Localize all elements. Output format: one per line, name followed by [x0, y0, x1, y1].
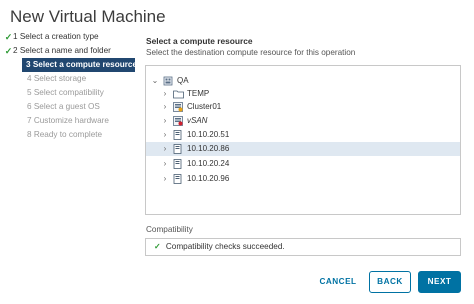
wizard-step-label: 5 Select compatibility	[27, 88, 104, 97]
check-icon: ✓	[4, 32, 13, 42]
tree-node[interactable]: › Cluster01	[146, 100, 460, 114]
check-icon: ✓	[4, 46, 13, 56]
tree-node-label: 10.10.20.86	[187, 144, 230, 153]
tree-node[interactable]: › vSAN	[146, 114, 460, 128]
tree-node[interactable]: › 10.10.20.96	[146, 172, 460, 186]
chevron-right-icon[interactable]: ›	[161, 128, 169, 142]
wizard-step-label: 2 Select a name and folder	[13, 46, 111, 55]
cluster-icon	[173, 102, 183, 112]
vsan-cluster-icon	[173, 116, 183, 126]
dialog-title: New Virtual Machine	[10, 7, 166, 26]
tree-node-label: QA	[177, 76, 189, 85]
tree-node-label: 10.10.20.24	[187, 159, 230, 168]
chevron-right-icon[interactable]: ›	[161, 142, 169, 156]
chevron-right-icon[interactable]: ›	[161, 172, 169, 186]
back-button[interactable]: BACK	[369, 271, 411, 293]
datacenter-icon	[163, 76, 173, 86]
wizard-step-label: 4 Select storage	[27, 74, 87, 83]
tree-node-label: 10.10.20.51	[187, 130, 230, 139]
section-title: Select a compute resource	[146, 36, 253, 46]
host-icon	[173, 144, 183, 154]
wizard-step-4: 4 Select storage	[0, 72, 140, 86]
wizard-step-7: 7 Customize hardware	[0, 114, 140, 128]
chevron-right-icon[interactable]: ›	[161, 114, 169, 128]
host-icon	[173, 130, 183, 140]
next-button[interactable]: NEXT	[418, 271, 461, 293]
check-icon: ✓	[154, 242, 161, 251]
tree-node[interactable]: › 10.10.20.24	[146, 157, 460, 171]
chevron-right-icon[interactable]: ›	[161, 100, 169, 114]
chevron-right-icon[interactable]: ›	[161, 157, 169, 171]
compatibility-message: Compatibility checks succeeded.	[165, 242, 285, 251]
wizard-step-3[interactable]: 3 Select a compute resource	[22, 58, 138, 72]
compatibility-box: ✓ Compatibility checks succeeded.	[145, 238, 461, 256]
wizard-step-label: 8 Ready to complete	[27, 130, 103, 139]
host-icon	[173, 159, 183, 169]
host-icon	[173, 174, 183, 184]
tree-node-label: vSAN	[187, 116, 208, 125]
tree-node[interactable]: › 10.10.20.51	[146, 128, 460, 142]
tree-node-label: 10.10.20.96	[187, 174, 230, 183]
wizard-step-label: 6 Select a guest OS	[27, 102, 100, 111]
tree-node[interactable]: › TEMP	[146, 87, 460, 101]
wizard-step-label: 7 Customize hardware	[27, 116, 109, 125]
compute-resource-tree[interactable]: ⌄ QA › TEMP › Cluster01 › vSAN › 10.10.20.51 › 10.1…	[145, 65, 461, 215]
tree-node[interactable]: ⌄ QA	[146, 74, 460, 88]
chevron-down-icon[interactable]: ⌄	[151, 74, 159, 88]
section-subtitle: Select the destination compute resource …	[146, 48, 356, 57]
wizard-step-8: 8 Ready to complete	[0, 128, 140, 142]
wizard-step-2[interactable]: ✓ 2 Select a name and folder	[0, 44, 140, 58]
wizard-step-label: 1 Select a creation type	[13, 32, 99, 41]
compatibility-label: Compatibility	[146, 225, 193, 234]
wizard-step-6: 6 Select a guest OS	[0, 100, 140, 114]
wizard-step-1[interactable]: ✓ 1 Select a creation type	[0, 30, 140, 44]
chevron-right-icon[interactable]: ›	[161, 87, 169, 101]
folder-icon	[173, 89, 184, 99]
wizard-step-5: 5 Select compatibility	[0, 86, 140, 100]
wizard-step-label: 3 Select a compute resource	[26, 60, 138, 69]
wizard-steps: ✓ 1 Select a creation type ✓ 2 Select a nam…	[0, 30, 140, 142]
tree-node-label: Cluster01	[187, 102, 222, 111]
cancel-button[interactable]: CANCEL	[312, 271, 364, 293]
tree-node-label: TEMP	[187, 89, 210, 98]
tree-node[interactable]: › 10.10.20.86	[146, 142, 460, 156]
